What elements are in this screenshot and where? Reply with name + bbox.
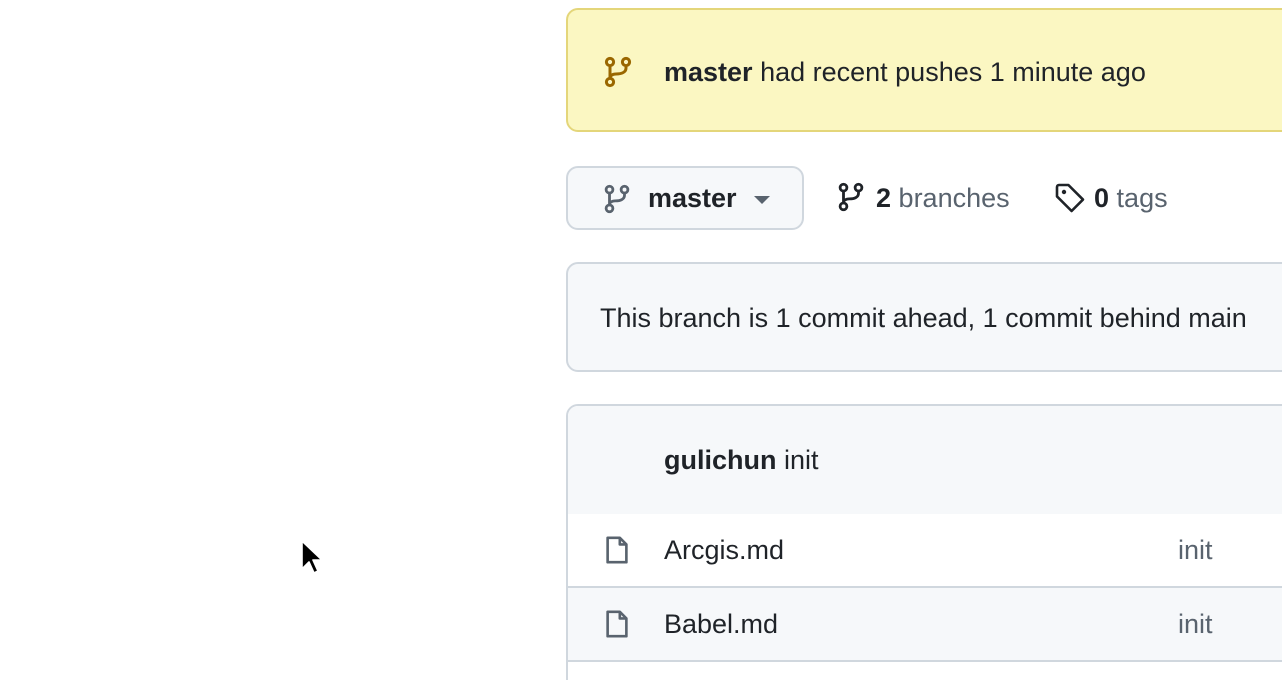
pushed-branch-name[interactable]: master [664,57,753,87]
branches-count-text: 2 branches [876,182,1010,214]
file-icon [606,536,628,564]
commit-message[interactable]: init [776,445,819,475]
git-branch-icon [604,184,630,214]
file-table: gulichun init Arcgis.md init Babel.md in… [566,404,1282,680]
file-commit-message[interactable]: init [1178,534,1213,566]
recent-push-message: master had recent pushes 1 minute ago [664,56,1146,88]
recent-push-banner: master had recent pushes 1 minute ago [566,8,1282,132]
file-name[interactable]: Babel.md [664,608,778,640]
file-icon [606,610,628,638]
file-name[interactable]: Arcgis.md [664,534,784,566]
file-row[interactable]: Arcgis.md init [568,514,1282,588]
file-row[interactable]: Babel.md init [568,588,1282,662]
latest-commit-text: gulichun init [664,444,819,476]
tags-count: 0 [1094,183,1110,213]
file-commit-message[interactable]: init [1178,608,1213,640]
branch-compare-status: This branch is 1 commit ahead, 1 commit … [566,262,1282,372]
mouse-pointer-icon [301,540,323,574]
branches-label: branches [898,183,1010,213]
current-branch-label: master [648,183,737,213]
git-branch-icon [604,56,632,88]
tag-icon [1055,183,1085,213]
repository-page: master had recent pushes 1 minute ago ma… [0,0,1282,680]
push-time-text: had recent pushes 1 minute ago [752,57,1146,87]
branch-select-button[interactable]: master [566,166,804,230]
compare-status-text: This branch is 1 commit ahead, 1 commit … [600,303,1247,333]
tags-count-text: 0 tags [1094,182,1168,214]
chevron-down-icon [754,196,770,204]
git-branch-icon [838,182,864,212]
latest-commit-header: gulichun init [568,406,1282,516]
branches-count: 2 [876,183,892,213]
commit-author[interactable]: gulichun [664,445,776,475]
tags-label: tags [1116,183,1168,213]
